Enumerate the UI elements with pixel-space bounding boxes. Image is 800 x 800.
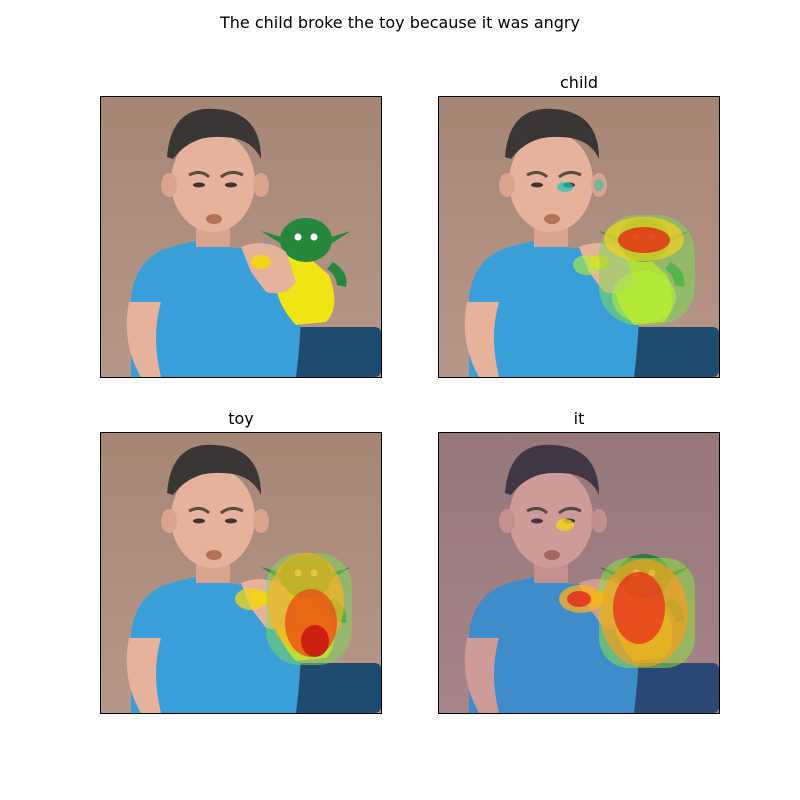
- panel-child-attention: [438, 96, 720, 378]
- panel-title-toy: toy: [228, 409, 254, 428]
- panel-it-attention: [438, 432, 720, 714]
- child-attention-heatmap-image: [439, 97, 719, 377]
- figure-title: The child broke the toy because it was a…: [220, 13, 580, 32]
- panel-title-it: it: [573, 409, 585, 428]
- it-attention-heatmap-image: [439, 433, 719, 713]
- child-toy-photo: [101, 97, 381, 377]
- panel-original-image: [100, 96, 382, 378]
- toy-attention-heatmap-image: [101, 433, 381, 713]
- panel-title-child: child: [560, 73, 598, 92]
- panel-toy-attention: [100, 432, 382, 714]
